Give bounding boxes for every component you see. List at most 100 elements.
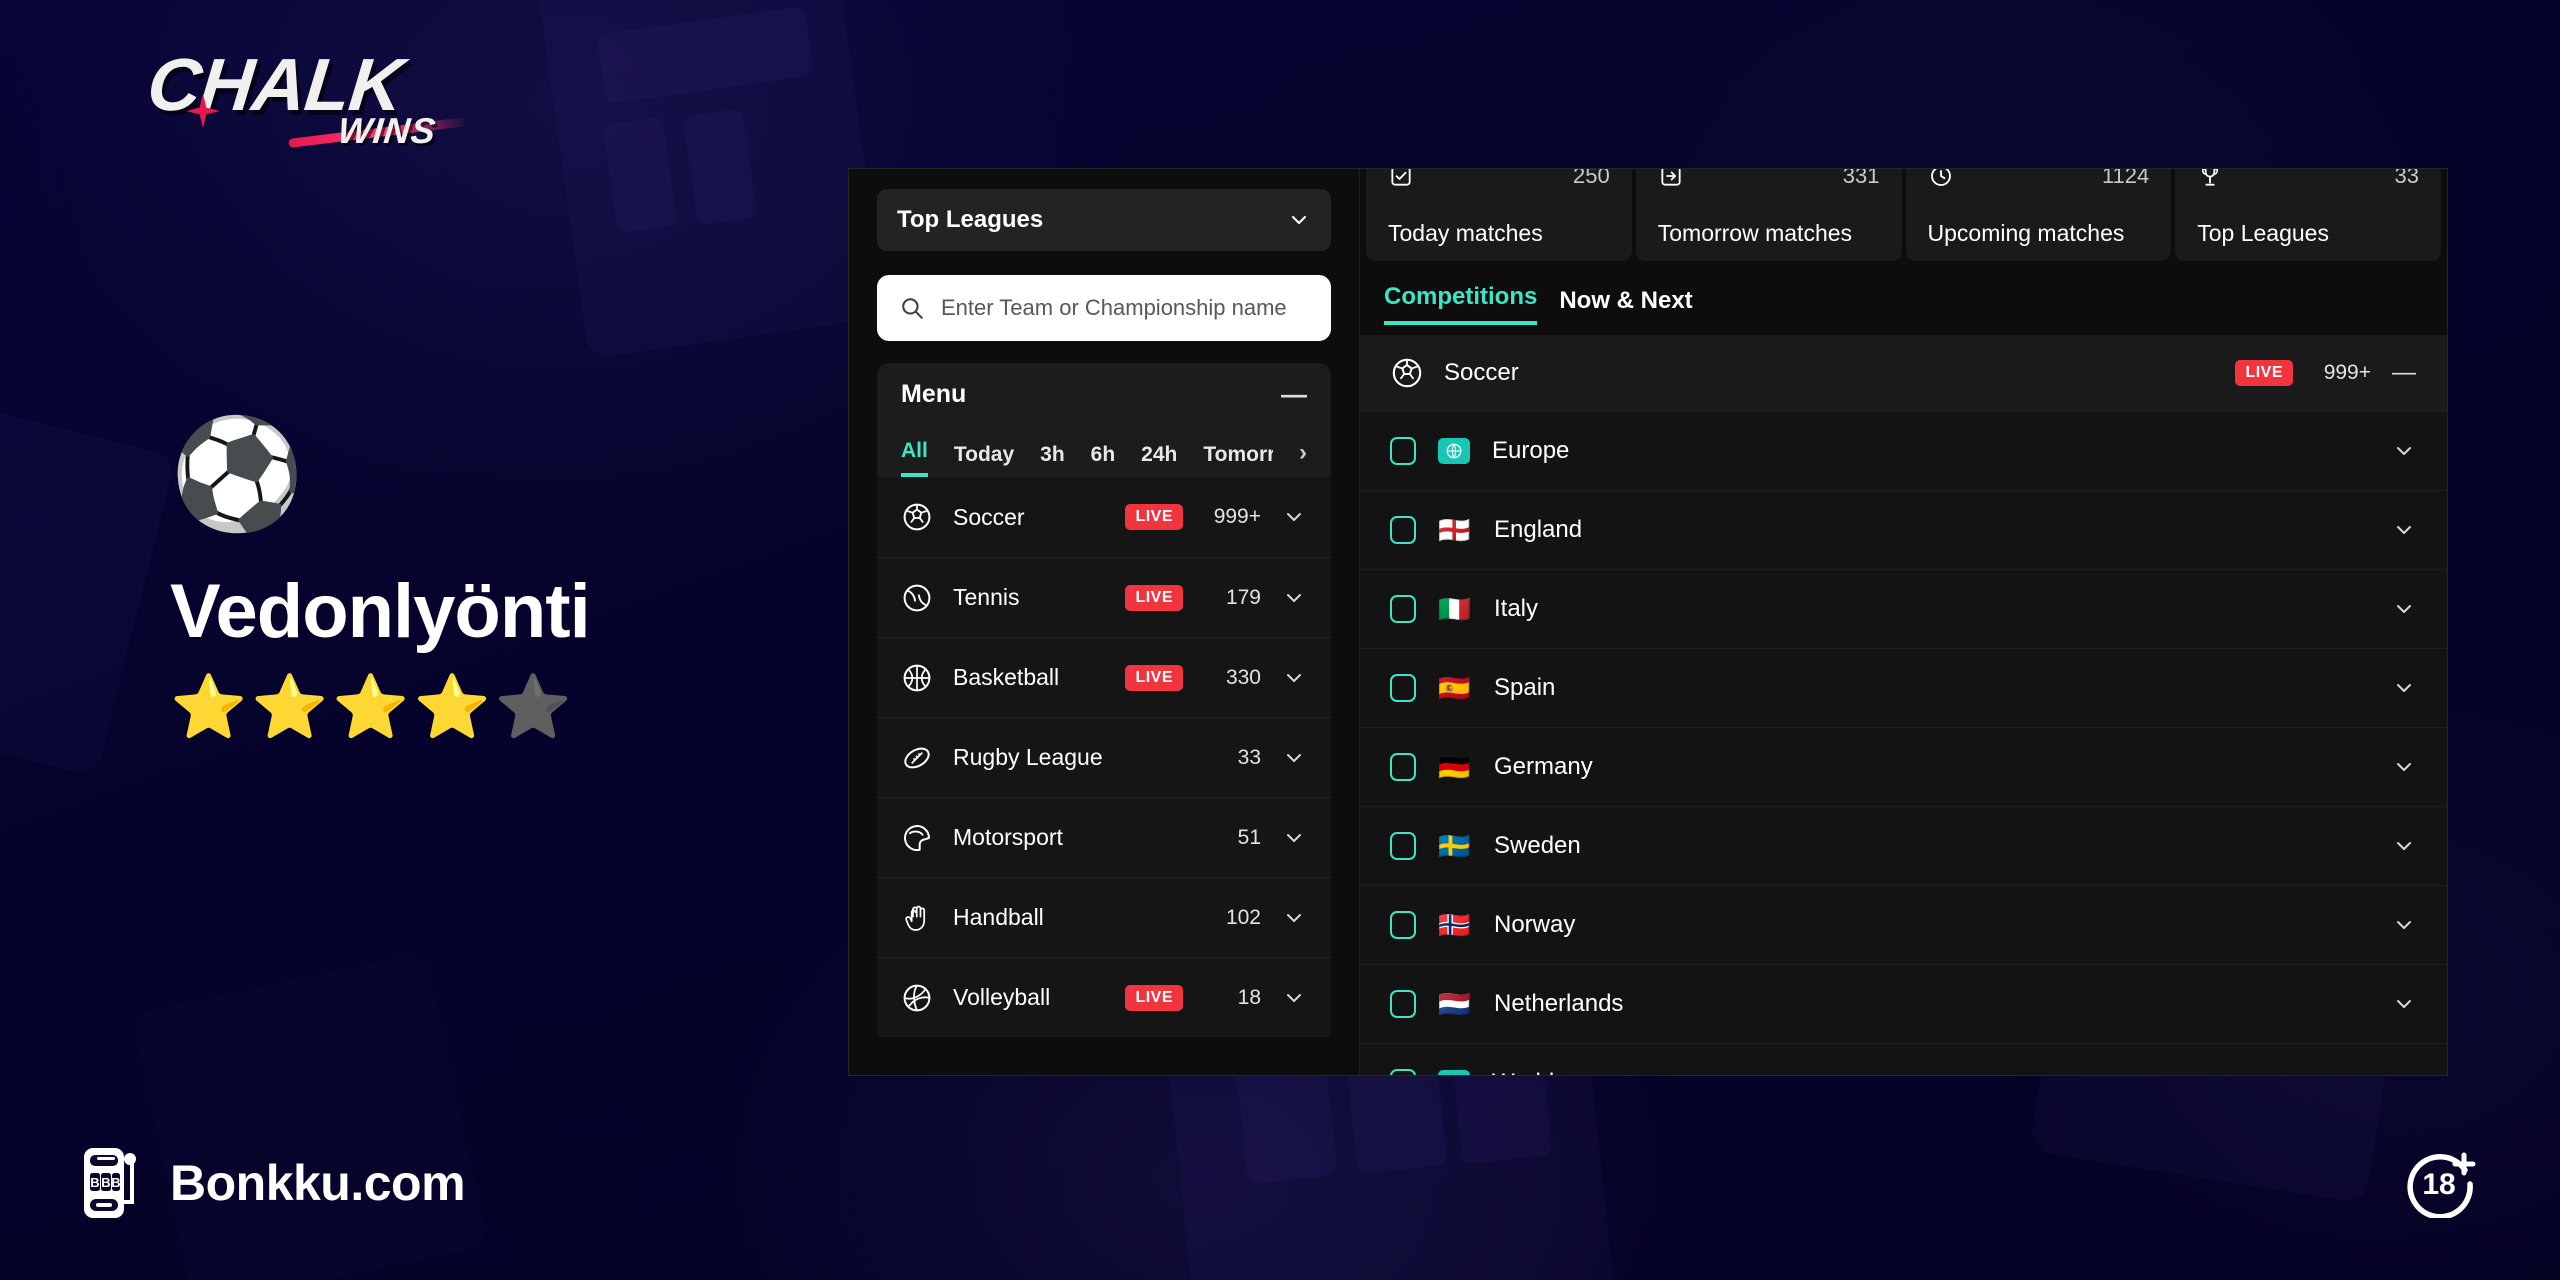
- menu-title: Menu: [901, 379, 967, 408]
- sport-row[interactable]: Volleyball LIVE 18: [877, 957, 1331, 1037]
- chevron-down-icon[interactable]: [2391, 676, 2417, 700]
- chevron-down-icon[interactable]: [2391, 755, 2417, 779]
- country-name: Germany: [1494, 753, 1593, 780]
- tab-now-next[interactable]: Now & Next: [1559, 287, 1692, 325]
- country-name: Spain: [1494, 674, 1556, 701]
- sport-row[interactable]: Handball 102: [877, 877, 1331, 957]
- country-checkbox[interactable]: [1390, 595, 1416, 623]
- app-sidebar: Top Leagues Enter Team or Championship n…: [849, 169, 1359, 1075]
- sport-row[interactable]: Basketball LIVE 330: [877, 637, 1331, 717]
- chevron-down-icon[interactable]: [1281, 586, 1307, 610]
- app-main-content: 250 Today matches 331 Tomorrow matches 1124 U…: [1359, 169, 2447, 1075]
- country-checkbox[interactable]: [1390, 516, 1416, 544]
- soccer-section-header[interactable]: Soccer LIVE 999+ —: [1360, 335, 2447, 411]
- sport-row[interactable]: Soccer LIVE 999+: [877, 477, 1331, 557]
- country-checkbox[interactable]: [1390, 832, 1416, 860]
- background-watermark: [132, 952, 488, 1280]
- chevron-down-icon[interactable]: [2391, 518, 2417, 542]
- volleyball-icon: [901, 982, 933, 1014]
- chevron-down-icon[interactable]: [2391, 597, 2417, 621]
- country-checkbox[interactable]: [1390, 437, 1416, 465]
- stat-card-top-leagues[interactable]: 33 Top Leagues: [2175, 169, 2441, 261]
- stat-count: 250: [1573, 168, 1610, 188]
- chevron-down-icon[interactable]: [2391, 992, 2417, 1016]
- time-filter-tab-6h[interactable]: 6h: [1091, 443, 1116, 477]
- country-row[interactable]: 🇪🇸 Spain: [1360, 648, 2447, 727]
- time-filter-tabs: All Today 3h 6h 24h Tomorrow ›: [877, 425, 1331, 477]
- country-name: Norway: [1494, 911, 1576, 938]
- country-row[interactable]: Europe: [1360, 411, 2447, 490]
- country-name: Sweden: [1494, 832, 1581, 859]
- live-badge: LIVE: [1125, 664, 1183, 691]
- chevron-down-icon[interactable]: [1281, 666, 1307, 690]
- chevron-down-icon[interactable]: [1281, 826, 1307, 850]
- chevron-down-icon[interactable]: [2391, 834, 2417, 858]
- rating-star-empty: ⭐: [494, 673, 577, 742]
- country-row[interactable]: 🇳🇱 Netherlands: [1360, 964, 2447, 1043]
- search-input[interactable]: Enter Team or Championship name: [877, 275, 1331, 341]
- live-badge: LIVE: [2235, 360, 2293, 386]
- chevron-down-icon[interactable]: [1281, 505, 1307, 529]
- country-checkbox[interactable]: [1390, 990, 1416, 1018]
- sport-count: 330: [1225, 665, 1261, 689]
- country-checkbox[interactable]: [1390, 753, 1416, 781]
- soccer-ball-icon: [901, 501, 933, 533]
- hand-icon: [901, 902, 933, 934]
- country-flag-icon: 🇳🇴: [1438, 910, 1471, 940]
- arrow-in-box-icon: [1658, 169, 1684, 189]
- country-row[interactable]: World: [1360, 1043, 2447, 1075]
- chevron-down-icon[interactable]: [1281, 746, 1307, 770]
- country-name: Netherlands: [1494, 990, 1624, 1017]
- time-filter-tab-24h[interactable]: 24h: [1141, 443, 1177, 477]
- time-filter-tab-today[interactable]: Today: [954, 443, 1014, 477]
- stat-count: 33: [2394, 168, 2419, 188]
- page-title: Vedonlyönti: [170, 569, 591, 654]
- country-row[interactable]: 🇳🇴 Norway: [1360, 885, 2447, 964]
- chevron-down-icon[interactable]: [2391, 913, 2417, 937]
- sport-name: Motorsport: [953, 824, 1063, 850]
- country-row[interactable]: 🇩🇪 Germany: [1360, 727, 2447, 806]
- racing-helmet-icon: [901, 822, 933, 854]
- country-checkbox[interactable]: [1390, 1069, 1416, 1075]
- rating-stars: ⭐⭐⭐⭐⭐: [170, 677, 770, 739]
- top-leagues-dropdown[interactable]: Top Leagues: [877, 189, 1331, 251]
- stat-count: 1124: [2101, 168, 2150, 188]
- time-filter-tab-tomorrow[interactable]: Tomorrow: [1203, 443, 1273, 477]
- stat-label: Tomorrow matches: [1657, 220, 1853, 246]
- stat-count: 331: [1842, 168, 1880, 188]
- chevron-down-icon[interactable]: [2391, 439, 2417, 463]
- sport-row[interactable]: Motorsport 51: [877, 797, 1331, 877]
- chevron-down-icon[interactable]: [1281, 986, 1307, 1010]
- country-list: Europe 🏴󠁧󠁢󠁥󠁮󠁧󠁿 England 🇮🇹 Italy 🇪🇸 Spain 🇩🇪 Germ…: [1360, 411, 2447, 1075]
- stat-card-tomorrow-matches[interactable]: 331 Tomorrow matches: [1635, 168, 1902, 261]
- collapse-icon[interactable]: —: [2391, 359, 2417, 387]
- sport-row[interactable]: Rugby League 33: [877, 717, 1331, 797]
- country-row[interactable]: 🏴󠁧󠁢󠁥󠁮󠁧󠁿 England: [1360, 490, 2447, 569]
- sport-row[interactable]: Tennis LIVE 179: [877, 557, 1331, 637]
- stat-card-upcoming-matches[interactable]: 1124 Upcoming matches: [1905, 168, 2172, 261]
- logo-sub-text: WINS: [335, 110, 439, 151]
- chevron-down-icon[interactable]: [2391, 1071, 2417, 1075]
- chevron-down-icon[interactable]: [1281, 906, 1307, 930]
- trophy-icon: [2197, 169, 2223, 189]
- basketball-icon: [901, 662, 933, 694]
- rating-star-filled: ⭐: [170, 673, 252, 742]
- country-flag-icon: 🏴󠁧󠁢󠁥󠁮󠁧󠁿: [1438, 515, 1471, 545]
- stat-label: Upcoming matches: [1927, 220, 2125, 246]
- time-filter-tab-3h[interactable]: 3h: [1040, 443, 1065, 477]
- rating-star-filled: ⭐: [413, 673, 495, 742]
- footer-brand: B B B Bonkku.com: [82, 1146, 466, 1220]
- menu-header: Menu —: [877, 363, 1331, 425]
- tabs-next-arrow-icon[interactable]: ›: [1299, 439, 1307, 477]
- country-row[interactable]: 🇮🇹 Italy: [1360, 569, 2447, 648]
- country-checkbox[interactable]: [1390, 911, 1416, 939]
- time-filter-tab-all[interactable]: All: [901, 439, 928, 477]
- country-checkbox[interactable]: [1390, 674, 1416, 702]
- collapse-icon[interactable]: —: [1281, 379, 1307, 410]
- country-flag-icon: 🇮🇹: [1438, 594, 1471, 624]
- stat-card-today-matches[interactable]: 250 Today matches: [1366, 169, 1632, 261]
- country-name: England: [1494, 516, 1583, 543]
- tab-competitions[interactable]: Competitions: [1384, 283, 1538, 325]
- country-row[interactable]: 🇸🇪 Sweden: [1360, 806, 2447, 885]
- country-name: World: [1492, 1069, 2369, 1075]
